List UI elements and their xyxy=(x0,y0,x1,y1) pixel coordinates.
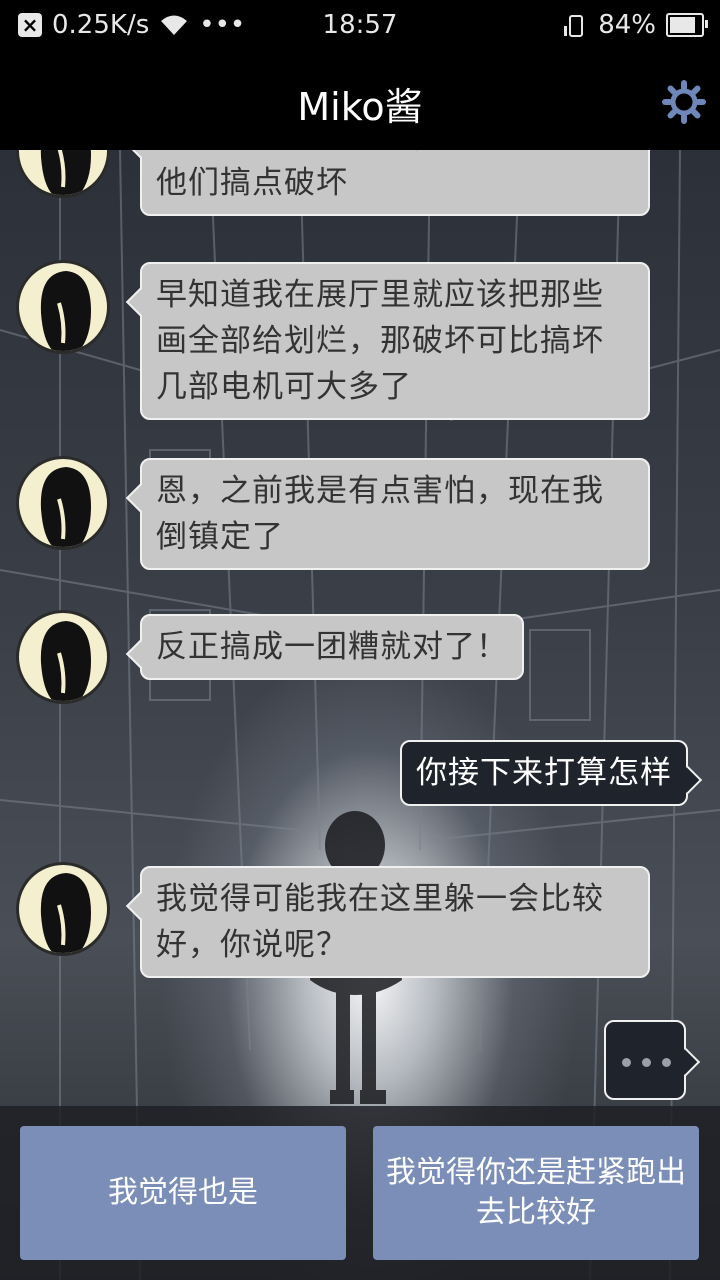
signal-icon xyxy=(564,15,584,37)
chat-title: Miko酱 xyxy=(297,85,423,129)
user-message-bubble: 你接下来打算怎样 xyxy=(400,740,688,806)
miko-avatar[interactable] xyxy=(16,150,110,198)
message-bubble: 我觉得可能我在这里躲一会比较好，你说呢？ xyxy=(140,866,650,978)
typing-indicator xyxy=(604,1020,686,1100)
message-bubble: 恩，之前我是有点害怕，现在我倒镇定了 xyxy=(140,458,650,570)
status-right: 84% xyxy=(562,10,708,40)
chat-area[interactable]: 他们把我也抓起来，我就应该给他们搞点破坏 早知道我在展厅里就应该把那些画全部给划… xyxy=(0,150,720,1110)
battery-fill xyxy=(670,17,696,33)
status-bar: × 0.25K/s ••• 18:57 84% xyxy=(0,0,720,52)
battery-percent: 84% xyxy=(598,10,656,40)
miko-avatar[interactable] xyxy=(16,862,110,956)
typing-dot xyxy=(622,1058,631,1067)
typing-dot xyxy=(662,1058,671,1067)
reply-option-button[interactable]: 我觉得也是 xyxy=(20,1126,346,1260)
miko-avatar[interactable] xyxy=(16,456,110,550)
typing-dot xyxy=(642,1058,651,1067)
miko-avatar[interactable] xyxy=(16,610,110,704)
reply-options: 我觉得也是 我觉得你还是赶紧跑出去比较好 xyxy=(0,1106,720,1280)
miko-avatar[interactable] xyxy=(16,260,110,354)
reply-option-button[interactable]: 我觉得你还是赶紧跑出去比较好 xyxy=(373,1126,699,1260)
message-bubble: 早知道我在展厅里就应该把那些画全部给划烂，那破坏可比搞坏几部电机可大多了 xyxy=(140,262,650,420)
message-bubble: 反正搞成一团糟就对了！ xyxy=(140,614,524,680)
message-bubble: 他们把我也抓起来，我就应该给他们搞点破坏 xyxy=(140,150,650,216)
app-header: Miko酱 xyxy=(0,52,720,150)
gear-icon[interactable] xyxy=(662,80,706,124)
battery-icon xyxy=(666,13,708,37)
